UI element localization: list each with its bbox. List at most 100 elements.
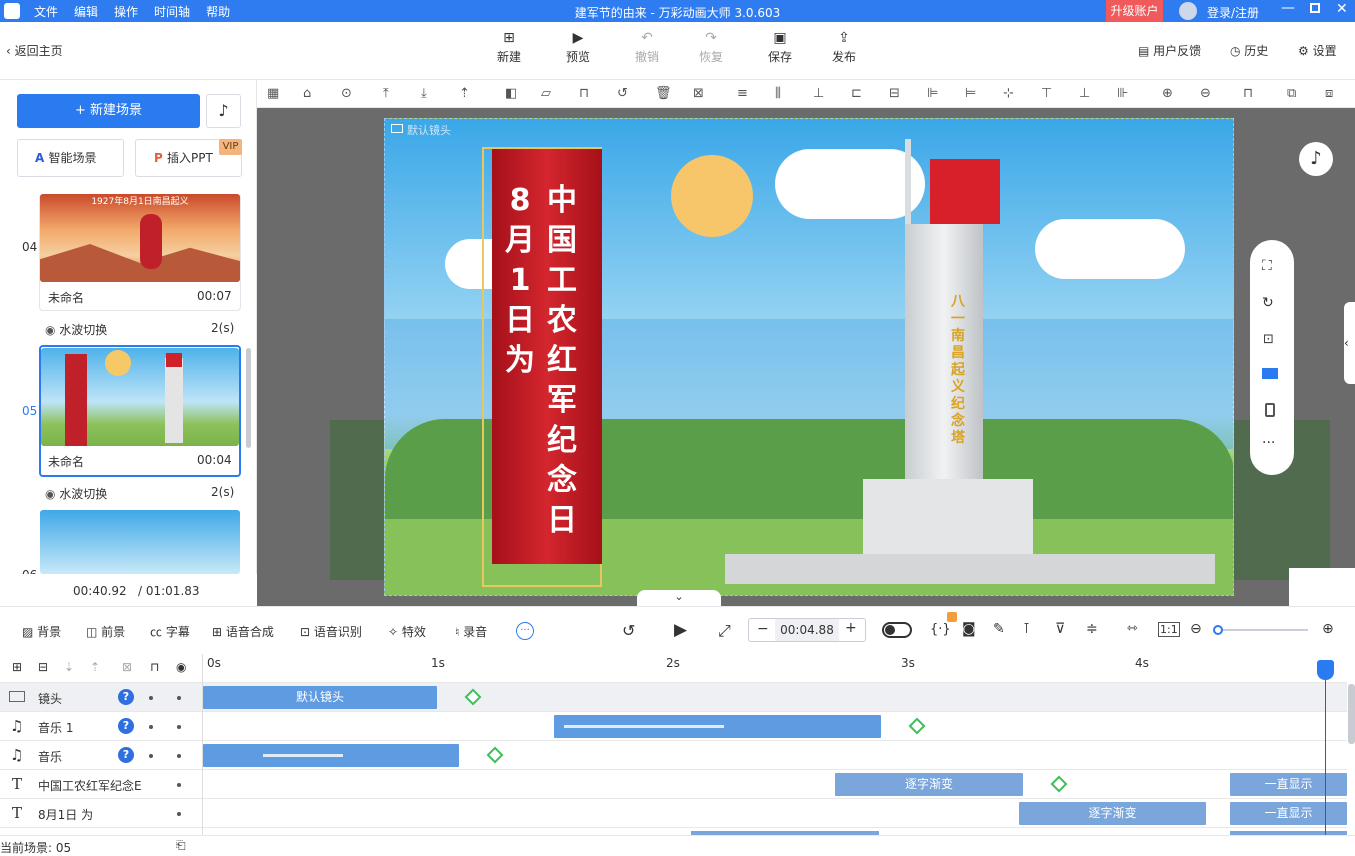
time-ruler[interactable]: 0s 1s 2s 3s 4s xyxy=(202,654,1347,683)
align-left-icon[interactable]: ⊏ xyxy=(851,86,862,101)
zoom-in-icon[interactable]: ⊕ xyxy=(1322,621,1334,637)
publish-button[interactable]: ⇪ 发布 xyxy=(819,30,869,65)
monument-tower[interactable] xyxy=(905,224,983,484)
unlock-icon[interactable]: ⊓ xyxy=(579,86,589,101)
text-anim-clip[interactable]: 逐字渐变 xyxy=(835,773,1023,796)
back-home-link[interactable]: ‹ 返回主页 xyxy=(6,42,63,59)
save-button[interactable]: ▣ 保存 xyxy=(755,30,805,65)
replay-icon[interactable]: ↺ xyxy=(622,621,635,640)
send-bottom-icon[interactable]: ⤓ xyxy=(421,86,427,101)
visibility-dot[interactable] xyxy=(149,696,153,700)
visibility-dot[interactable] xyxy=(149,725,153,729)
music-note-icon[interactable]: ♪ xyxy=(1299,142,1333,176)
foreground-button[interactable]: ◫ 前景 xyxy=(86,623,125,640)
align-top-icon[interactable]: ≡ xyxy=(737,86,748,101)
lock-dot[interactable] xyxy=(177,812,181,816)
align-tops-icon[interactable]: ⊤ xyxy=(1041,86,1052,101)
tts-button[interactable]: ⊞ 语音合成 xyxy=(212,623,274,640)
align-vcenter-icon[interactable]: ⫼ xyxy=(775,86,781,101)
collapse-right-icon[interactable]: ‹ xyxy=(1344,302,1355,384)
audio-clip[interactable] xyxy=(203,744,459,767)
delete-icon[interactable]: ⊠ xyxy=(122,660,132,674)
banner-date-text[interactable]: 8月1日为 xyxy=(505,181,535,381)
align-bottoms-icon[interactable]: ⊥ xyxy=(1079,86,1090,101)
scale-button[interactable]: 1:1 xyxy=(1158,622,1180,637)
scene-thumbnail-05[interactable] xyxy=(41,348,239,446)
fit-screen-icon[interactable]: ⛶ xyxy=(1262,258,1272,274)
history-button[interactable]: ◷ 历史 xyxy=(1230,42,1268,59)
camera-icon[interactable]: ◙ xyxy=(962,621,976,637)
stage[interactable]: 八一南昌起义纪念塔 8月1日为 中国工农红军纪念日 xyxy=(384,118,1234,596)
chevron-down-icon[interactable]: ⌄ xyxy=(637,590,721,606)
align-hright-icon[interactable]: ⊨ xyxy=(965,86,976,101)
move-down-icon[interactable]: ⇣ xyxy=(64,660,74,674)
lock-icon[interactable]: ⊓ xyxy=(1243,86,1253,101)
effects-button[interactable]: ✧ 特效 xyxy=(388,623,426,640)
add-keyframe-icon[interactable] xyxy=(464,688,482,706)
scene-scrollbar[interactable] xyxy=(246,348,251,448)
flip-icon[interactable]: ◧ xyxy=(505,86,517,101)
lock-dot[interactable] xyxy=(177,725,181,729)
zoom-slider-handle[interactable] xyxy=(1213,625,1223,635)
scene-thumbnail-06[interactable] xyxy=(40,510,240,574)
more-circle-icon[interactable]: ⊙ xyxy=(341,86,352,101)
camera-clip[interactable]: 默认镜头 xyxy=(203,686,437,709)
login-link[interactable]: 登录/注册 xyxy=(1207,4,1259,21)
transition-row[interactable]: ◉ 水波切换 xyxy=(45,321,107,338)
asr-button[interactable]: ⊡ 语音识别 xyxy=(300,623,362,640)
new-scene-button[interactable]: + 新建场景 xyxy=(17,94,200,128)
scene-thumbnail-04[interactable]: 1927年8月1日南昌起义 xyxy=(40,194,240,282)
add-folder-icon[interactable]: ⊞ xyxy=(12,660,22,674)
align-bottom-icon[interactable]: ⊥ xyxy=(813,86,824,101)
eye-icon[interactable]: ◉ xyxy=(176,660,186,674)
text-show-clip[interactable]: 一直显示 xyxy=(1230,773,1347,796)
close-icon[interactable]: ✕ xyxy=(1336,1,1348,17)
skew-icon[interactable]: ▱ xyxy=(541,86,551,101)
move-up-icon[interactable]: ⇡ xyxy=(90,660,100,674)
new-button[interactable]: ⊞ 新建 xyxy=(484,30,534,65)
copy-icon[interactable]: ⧉ xyxy=(1287,86,1296,101)
time-stepper[interactable]: − 00:04.88 + xyxy=(748,618,866,642)
align-hleft-icon[interactable]: ⊫ xyxy=(927,86,938,101)
toggle-switch[interactable] xyxy=(882,622,912,638)
text-anim-clip[interactable]: 逐字渐变 xyxy=(1019,802,1206,825)
text-show-clip[interactable]: 一直显示 xyxy=(1230,802,1347,825)
more-icon[interactable]: ··· xyxy=(1262,435,1275,451)
filter-icon[interactable]: ⊽ xyxy=(1055,621,1065,637)
format-painter-icon[interactable]: ▦ xyxy=(267,86,279,101)
audio-clip[interactable] xyxy=(554,715,881,738)
maximize-icon[interactable] xyxy=(1310,3,1320,13)
frame-icon[interactable]: {·} xyxy=(930,622,951,637)
desktop-icon[interactable] xyxy=(1262,368,1278,379)
add-keyframe-icon[interactable] xyxy=(908,717,926,735)
visibility-dot[interactable] xyxy=(149,754,153,758)
edit-icon[interactable]: ✎ xyxy=(993,621,1005,637)
minus-icon[interactable]: − xyxy=(757,621,769,637)
undo-button[interactable]: ↶ 撤销 xyxy=(622,30,672,65)
background-button[interactable]: ▨ 背景 xyxy=(22,623,61,640)
fullscreen-icon[interactable]: ⤢ xyxy=(718,621,731,641)
mobile-icon[interactable] xyxy=(1265,403,1275,417)
music-note-icon[interactable]: ♪ xyxy=(206,94,241,128)
zoom-slider[interactable] xyxy=(1213,625,1308,635)
help-icon[interactable]: ? xyxy=(118,747,134,763)
brush-icon[interactable]: ⊺ xyxy=(1023,621,1030,637)
timeline-scrollbar[interactable] xyxy=(1348,684,1355,744)
feedback-button[interactable]: ▤ 用户反馈 xyxy=(1138,42,1201,59)
fit-width-icon[interactable]: ⇿ xyxy=(1127,621,1138,636)
lock-icon[interactable]: ⊓ xyxy=(150,660,159,674)
home-icon[interactable]: ⌂ xyxy=(303,86,311,101)
redo-button[interactable]: ↷ 恢复 xyxy=(686,30,736,65)
playhead-handle[interactable] xyxy=(1317,660,1334,680)
smart-scene-button[interactable]: A 智能场景 xyxy=(17,139,124,177)
zoom-out-icon[interactable]: ⊖ xyxy=(1200,86,1211,101)
distribute-h-icon[interactable]: ⊪ xyxy=(1117,86,1128,101)
add-keyframe-icon[interactable] xyxy=(1050,775,1068,793)
distribute-icon[interactable]: ⊟ xyxy=(889,86,900,101)
more-circle-icon[interactable]: ··· xyxy=(516,622,534,640)
rotate-icon[interactable]: ↻ xyxy=(1262,295,1274,311)
minimap-thumb[interactable] xyxy=(1289,568,1355,606)
add-keyframe-icon[interactable] xyxy=(486,746,504,764)
paste-icon[interactable]: ⧈ xyxy=(1325,86,1333,101)
record-button[interactable]: ♮ 录音 xyxy=(455,623,487,640)
